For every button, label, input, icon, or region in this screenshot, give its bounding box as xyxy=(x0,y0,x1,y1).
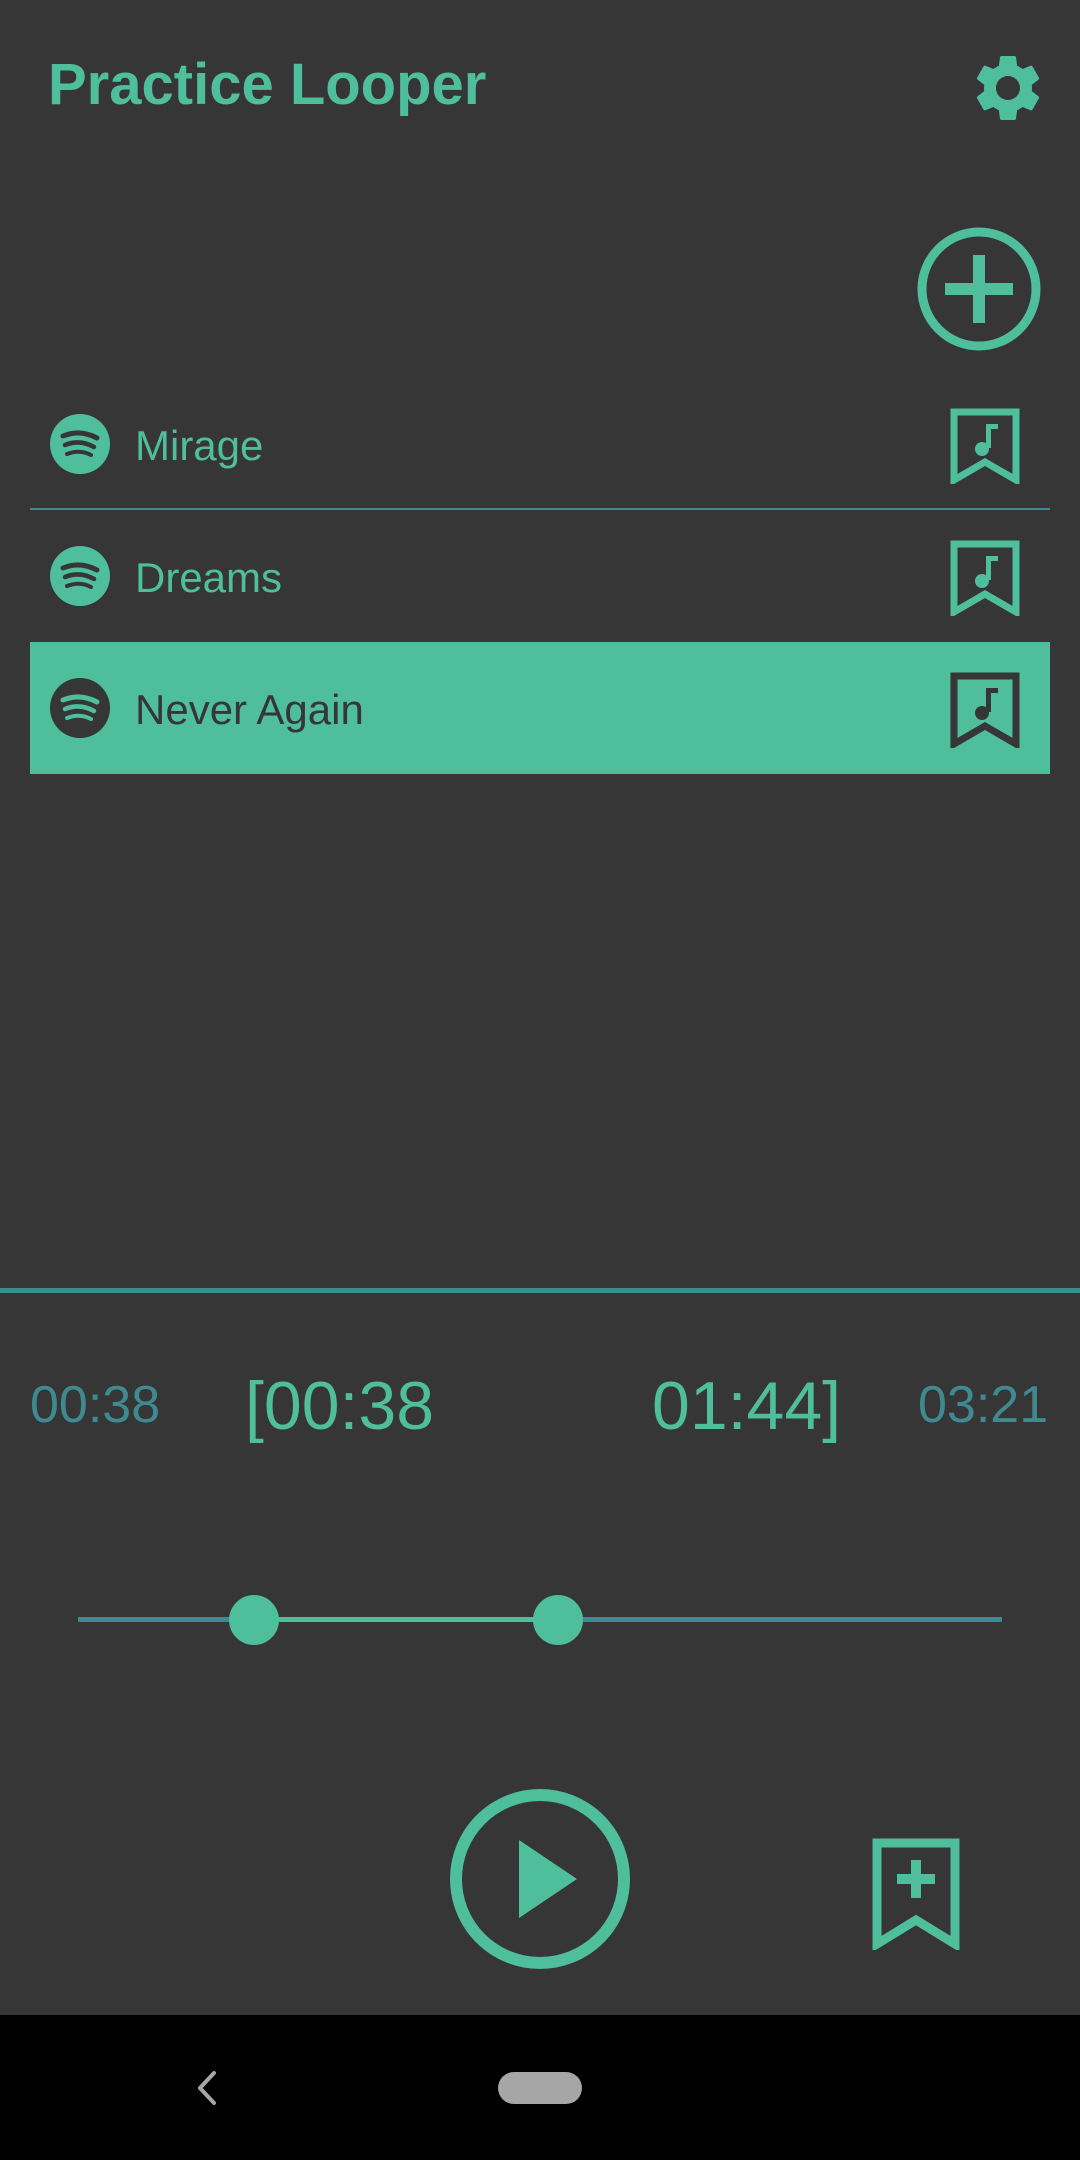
system-nav-bar xyxy=(0,2015,1080,2160)
song-list: Mirage Dreams Never Again xyxy=(30,378,1050,774)
slider-range-fill xyxy=(253,1617,559,1622)
loop-start-time[interactable]: [00:38 xyxy=(245,1368,434,1444)
home-pill[interactable] xyxy=(498,2072,582,2104)
song-item-never-again[interactable]: Never Again xyxy=(30,642,1050,774)
chevron-left-icon[interactable] xyxy=(186,2063,226,2113)
loop-range-slider[interactable] xyxy=(78,1595,1002,1645)
bookmark-plus-icon xyxy=(872,1838,960,1953)
loop-start-handle[interactable] xyxy=(228,1595,279,1645)
loop-end-handle[interactable] xyxy=(533,1595,584,1645)
song-title: Never Again xyxy=(135,686,364,733)
spotify-icon xyxy=(50,414,110,474)
app-title: Practice Looper xyxy=(48,52,487,117)
song-item-dreams[interactable]: Dreams xyxy=(30,510,1050,642)
spotify-icon xyxy=(50,678,110,738)
screen: Practice Looper Mirage Dreams Never Agai… xyxy=(0,0,1080,2160)
player-divider xyxy=(0,1288,1080,1293)
music-bookmark-icon[interactable] xyxy=(950,408,1020,484)
plus-circle-icon xyxy=(917,227,1041,351)
spotify-icon xyxy=(50,546,110,606)
current-time: 00:38 xyxy=(30,1376,161,1434)
total-time: 03:21 xyxy=(918,1376,1049,1434)
play-circle-icon xyxy=(450,1789,630,1969)
gear-icon xyxy=(976,55,1040,120)
add-bookmark-button[interactable] xyxy=(872,1838,960,1953)
music-bookmark-icon[interactable] xyxy=(950,540,1020,616)
music-bookmark-icon[interactable] xyxy=(950,672,1020,748)
add-song-button[interactable] xyxy=(915,225,1043,353)
song-title: Mirage xyxy=(135,422,264,469)
play-button[interactable] xyxy=(449,1788,631,1970)
song-title: Dreams xyxy=(135,554,283,601)
loop-end-time[interactable]: 01:44] xyxy=(652,1368,841,1444)
settings-button[interactable] xyxy=(968,48,1048,128)
song-item-mirage[interactable]: Mirage xyxy=(30,378,1050,510)
